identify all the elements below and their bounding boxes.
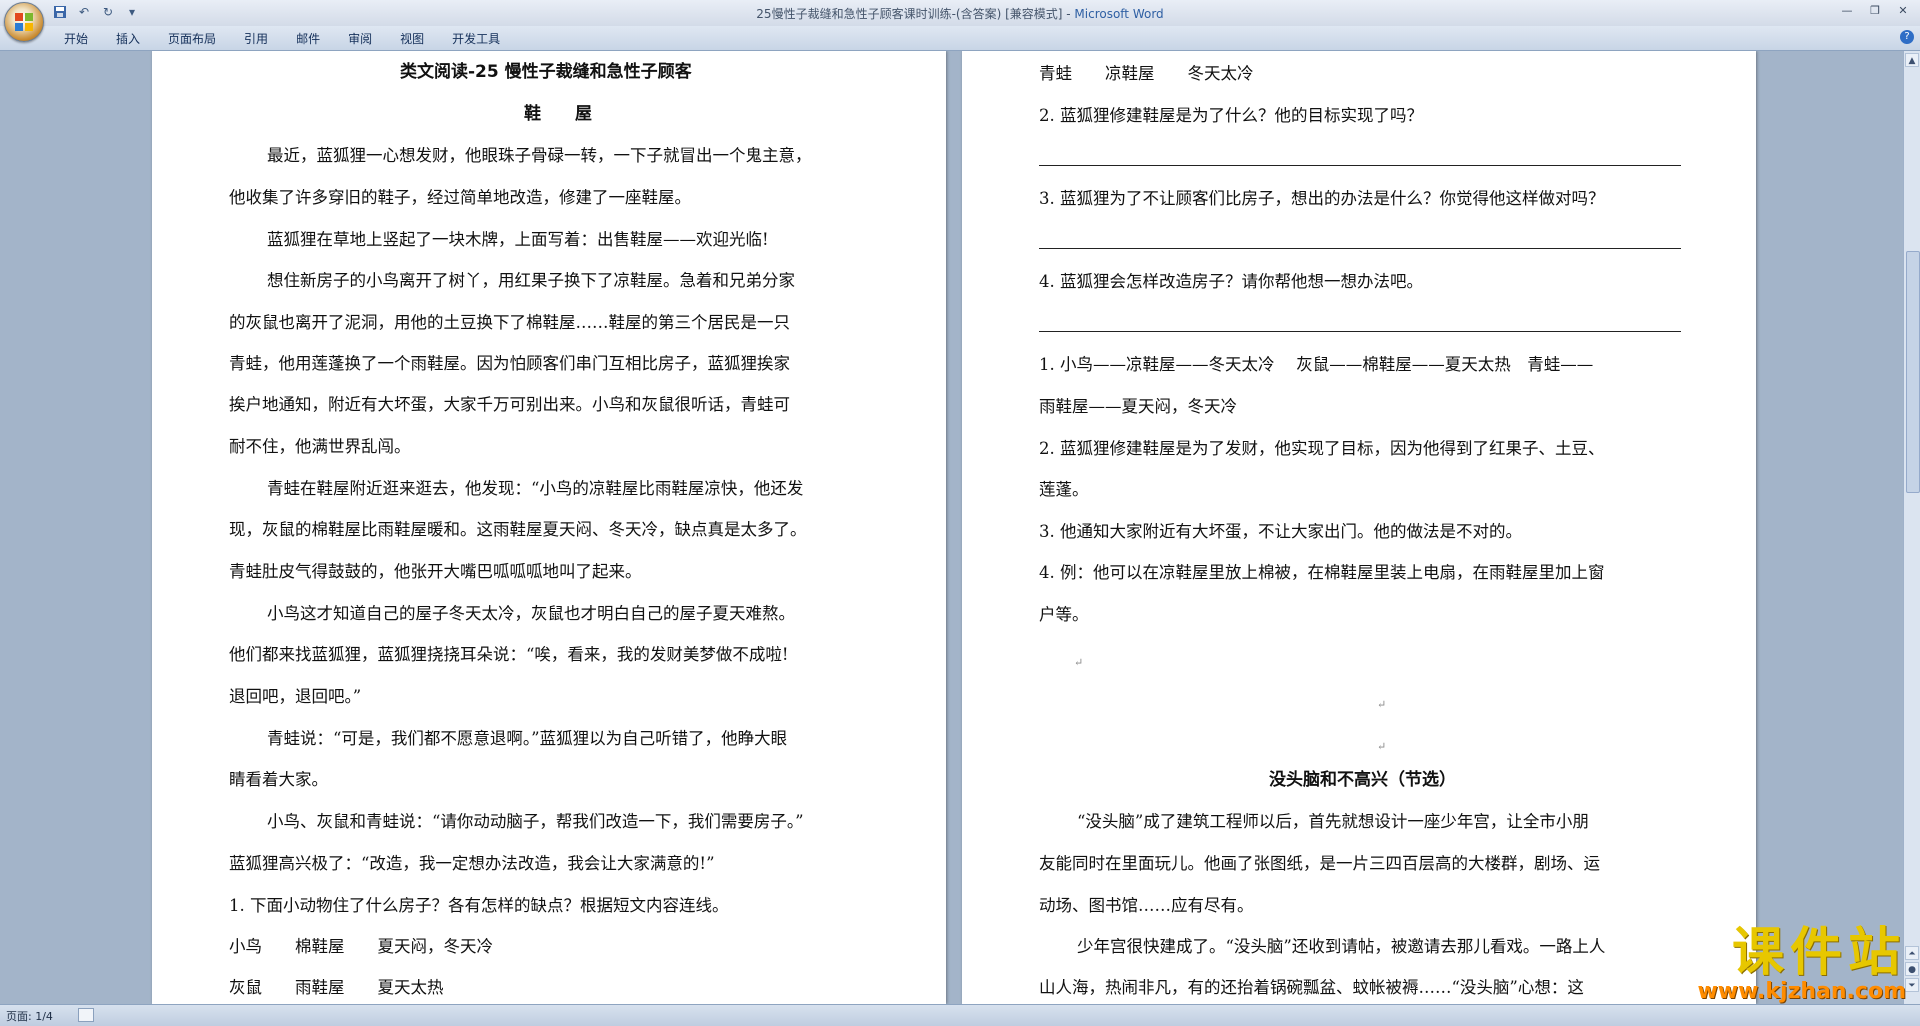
paragraph-mark-icon: ↵	[1377, 698, 1387, 711]
office-button[interactable]	[4, 2, 44, 42]
paragraph-line: 耐不住，他满世界乱闯。	[229, 437, 411, 456]
answer-line[interactable]	[1039, 248, 1681, 249]
window-controls: — ❐ ✕	[1836, 3, 1914, 19]
ribbon-tabs: 开始 插入 页面布局 引用 邮件 审阅 视图 开发工具	[50, 30, 514, 48]
matching-row: 青蛙 凉鞋屋 冬天太冷	[1039, 64, 1254, 83]
tab-review[interactable]: 审阅	[334, 30, 386, 48]
office-logo-icon	[15, 13, 33, 31]
paragraph-mark-icon: ↵	[1377, 740, 1387, 753]
paragraph-line: 他们都来找蓝狐狸，蓝狐狸挠挠耳朵说：“唉，看来，我的发财美梦做不成啦!	[229, 645, 789, 664]
question-4: 4. 蓝狐狸会怎样改造房子？请你帮他想一想办法吧。	[1039, 272, 1423, 291]
answer-line-text: 雨鞋屋——夏天闷，冬天冷	[1039, 397, 1237, 416]
ribbon: 开始 插入 页面布局 引用 邮件 审阅 视图 开发工具 ?	[0, 26, 1920, 51]
paragraph-line: “没头脑”成了建筑工程师以后，首先就想设计一座少年宫，让全市小朋	[1077, 812, 1589, 831]
answer-line-text: 2. 蓝狐狸修建鞋屋是为了发财，他实现了目标，因为他得到了红果子、土豆、	[1039, 439, 1605, 458]
tab-page-layout[interactable]: 页面布局	[154, 30, 230, 48]
tab-home[interactable]: 开始	[50, 30, 102, 48]
document-title: 25慢性子裁缝和急性子顾客课时训练-(含答案) [兼容模式] -	[756, 7, 1075, 21]
title-bar: ↶ ↻ ▾ 25慢性子裁缝和急性子顾客课时训练-(含答案) [兼容模式] - M…	[0, 0, 1920, 26]
answer-line-text: 1. 小鸟——凉鞋屋——冬天太冷 灰鼠——棉鞋屋——夏天太热 青蛙——	[1039, 355, 1594, 374]
scroll-thumb[interactable]	[1906, 251, 1920, 493]
paragraph-mark-icon: ↵	[1074, 656, 1084, 669]
page-1[interactable]: 类文阅读-25 慢性子裁缝和急性子顾客 鞋 屋 最近，蓝狐狸一心想发财，他眼珠子…	[152, 51, 946, 1004]
paragraph-line: 山人海，热闹非凡，有的还抬着锅碗瓢盆、蚊帐被褥……“没头脑”心想：这	[1039, 978, 1584, 997]
paragraph-line: 退回吧，退回吧。”	[229, 687, 362, 706]
answer-line[interactable]	[1039, 165, 1681, 166]
watermark-logo: 课件站	[1731, 923, 1906, 983]
tab-references[interactable]: 引用	[230, 30, 282, 48]
paragraph-line: 青蛙在鞋屋附近逛来逛去，他发现：“小鸟的凉鞋屋比雨鞋屋凉快，他还发	[267, 479, 804, 498]
tab-view[interactable]: 视图	[386, 30, 438, 48]
question-2: 2. 蓝狐狸修建鞋屋是为了什么？他的目标实现了吗？	[1039, 106, 1423, 125]
watermark: 课件站 www.kjzhan.com	[1697, 926, 1906, 1004]
answer-line-text: 3. 他通知大家附近有大坏蛋，不让大家出门。他的做法是不对的。	[1039, 522, 1522, 541]
paragraph-line: 睛看着大家。	[229, 770, 328, 789]
answer-line-text: 莲蓬。	[1039, 480, 1089, 499]
restore-icon[interactable]: ❐	[1864, 3, 1886, 19]
answer-line[interactable]	[1039, 331, 1681, 332]
paragraph-line: 现，灰鼠的棉鞋屋比雨鞋屋暖和。这雨鞋屋夏天闷、冬天冷，缺点真是太多了。	[229, 520, 807, 539]
paragraph-line: 他收集了许多穿旧的鞋子，经过简单地改造，修建了一座鞋屋。	[229, 188, 691, 207]
paragraph-line: 少年宫很快建成了。“没头脑”还收到请帖，被邀请去那儿看戏。一路上人	[1077, 937, 1606, 956]
document-area[interactable]: 类文阅读-25 慢性子裁缝和急性子顾客 鞋 屋 最近，蓝狐狸一心想发财，他眼珠子…	[0, 51, 1904, 1004]
story-title: 鞋 屋	[524, 104, 592, 124]
scroll-up-icon[interactable]: ▲	[1905, 53, 1919, 67]
paragraph-line: 青蛙说：“可是，我们都不愿意退啊。”蓝狐狸以为自己听错了，他睁大眼	[267, 729, 788, 748]
answer-line-text: 户等。	[1039, 605, 1089, 624]
paragraph-line: 友能同时在里面玩儿。他画了张图纸，是一片三四百层高的大楼群，剧场、运	[1039, 854, 1600, 873]
proofing-icon[interactable]	[78, 1008, 94, 1022]
paragraph-line: 小鸟这才知道自己的屋子冬天太冷，灰鼠也才明白自己的屋子夏天难熬。	[267, 604, 795, 623]
window-title: 25慢性子裁缝和急性子顾客课时训练-(含答案) [兼容模式] - Microso…	[0, 5, 1920, 22]
paragraph-line: 想住新房子的小鸟离开了树丫，用红果子换下了凉鞋屋。急着和兄弟分家	[267, 271, 795, 290]
minimize-icon[interactable]: —	[1836, 3, 1858, 19]
paragraph-line: 小鸟、灰鼠和青蛙说：“请你动动脑子，帮我们改造一下，我们需要房子。”	[267, 812, 804, 831]
question-3: 3. 蓝狐狸为了不让顾客们比房子，想出的办法是什么？你觉得他这样做对吗？	[1039, 189, 1605, 208]
tab-mailings[interactable]: 邮件	[282, 30, 334, 48]
paragraph-line: 动场、图书馆……应有尽有。	[1039, 896, 1254, 915]
page-indicator[interactable]: 页面: 1/4	[6, 1008, 53, 1024]
paragraph-line: 挨户地通知，附近有大坏蛋，大家千万可别出来。小鸟和灰鼠很听话，青蛙可	[229, 395, 790, 414]
article-title: 类文阅读-25 慢性子裁缝和急性子顾客	[400, 62, 692, 82]
paragraph-line: 的灰鼠也离开了泥洞，用他的土豆换下了棉鞋屋……鞋屋的第三个居民是一只	[229, 313, 790, 332]
previous-page-icon[interactable]: ⏶	[1905, 946, 1919, 960]
status-bar: 页面: 1/4	[0, 1004, 1920, 1026]
vertical-scrollbar[interactable]: ▲ ⏶ ● ⏷	[1903, 51, 1920, 1004]
page-2[interactable]: 青蛙 凉鞋屋 冬天太冷 2. 蓝狐狸修建鞋屋是为了什么？他的目标实现了吗？ 3.…	[962, 51, 1756, 1004]
watermark-url: www.kjzhan.com	[1697, 979, 1906, 1004]
section-title: 没头脑和不高兴（节选）	[1269, 770, 1456, 790]
paragraph-line: 蓝狐狸在草地上竖起了一块木牌，上面写着：出售鞋屋——欢迎光临!	[267, 230, 769, 249]
matching-row: 灰鼠 雨鞋屋 夏天太热	[229, 978, 444, 997]
browse-object-icon[interactable]: ●	[1905, 962, 1919, 976]
paragraph-line: 青蛙，他用莲蓬换了一个雨鞋屋。因为怕顾客们串门互相比房子，蓝狐狸挨家	[229, 354, 790, 373]
paragraph-line: 最近，蓝狐狸一心想发财，他眼珠子骨碌一转，一下子就冒出一个鬼主意，	[267, 146, 812, 165]
matching-row: 小鸟 棉鞋屋 夏天闷，冬天冷	[229, 937, 493, 956]
question-1: 1. 下面小动物住了什么房子？各有怎样的缺点？根据短文内容连线。	[229, 896, 729, 915]
tab-developer[interactable]: 开发工具	[438, 30, 514, 48]
paragraph-line: 蓝狐狸高兴极了：“改造，我一定想办法改造，我会让大家满意的!”	[229, 854, 715, 873]
tab-insert[interactable]: 插入	[102, 30, 154, 48]
help-icon[interactable]: ?	[1900, 30, 1914, 44]
app-name: Microsoft Word	[1074, 7, 1164, 21]
answer-line-text: 4. 例：他可以在凉鞋屋里放上棉被，在棉鞋屋里装上电扇，在雨鞋屋里加上窗	[1039, 563, 1605, 582]
next-page-icon[interactable]: ⏷	[1905, 978, 1919, 992]
paragraph-line: 青蛙肚皮气得鼓鼓的，他张开大嘴巴呱呱呱地叫了起来。	[229, 562, 642, 581]
close-icon[interactable]: ✕	[1892, 3, 1914, 19]
